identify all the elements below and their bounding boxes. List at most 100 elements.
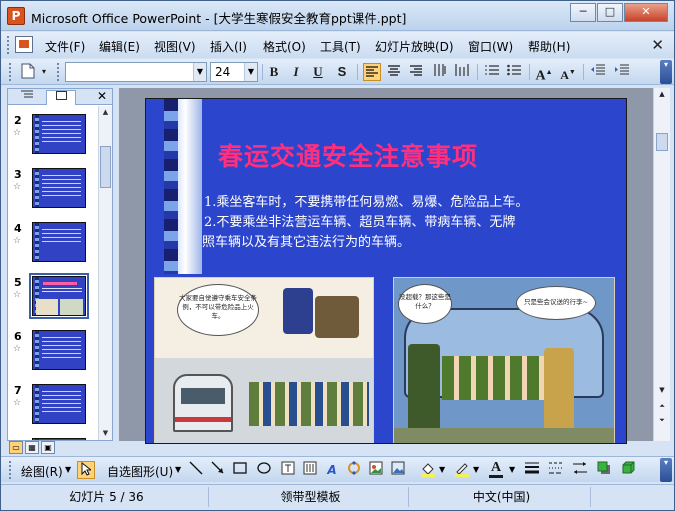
chevron-down-icon[interactable]: ▼	[509, 465, 515, 474]
select-pointer-icon[interactable]	[77, 461, 95, 479]
insert-picture-icon[interactable]	[389, 461, 407, 479]
align-center-button[interactable]	[385, 63, 403, 81]
chevron-down-icon[interactable]: ▼	[65, 465, 71, 474]
clipart-icon[interactable]	[367, 461, 385, 479]
toolbar-grip[interactable]	[9, 461, 11, 479]
vertical-textbox-icon[interactable]	[301, 461, 319, 479]
menu-tools[interactable]: 工具(T)	[320, 38, 361, 55]
slide-thumbnail[interactable]: 6 ☆	[8, 328, 98, 378]
menu-help[interactable]: 帮助(H)	[528, 38, 570, 55]
next-slide-icon[interactable]: ⏷	[655, 414, 669, 426]
slide-body-line[interactable]: 1.乘坐客车时，不要携带任何易燃、易爆、危险品上车。	[204, 191, 528, 210]
slide-title[interactable]: 春运交通安全注意事项	[218, 137, 478, 173]
menu-view[interactable]: 视图(V)	[154, 38, 196, 55]
train-station-illustration[interactable]: 大家要自觉遵守乘车安全条例，不可以带危险品上火车。	[154, 277, 374, 443]
line-tool-icon[interactable]	[187, 461, 205, 479]
align-right-button[interactable]	[407, 63, 425, 81]
line-style-icon[interactable]	[523, 461, 541, 479]
vertical-text-icon[interactable]	[431, 63, 449, 81]
slide-sorter-icon[interactable]: ▦	[25, 441, 39, 454]
chevron-down-icon[interactable]: ▼	[473, 465, 479, 474]
decrease-indent-icon[interactable]	[589, 63, 607, 81]
rectangle-tool-icon[interactable]	[231, 461, 249, 479]
slide-thumbnail[interactable]: 2 ☆	[8, 112, 98, 162]
slide-thumbnail[interactable]: 3 ☆	[8, 166, 98, 216]
bold-button[interactable]: B	[265, 63, 283, 81]
previous-slide-icon[interactable]: ⏶	[655, 400, 669, 412]
tab-outline[interactable]	[12, 90, 42, 105]
align-left-button[interactable]	[363, 63, 381, 81]
slide-body-line[interactable]: 2.不要乘坐非法营运车辆、超员车辆、带病车辆、无牌	[204, 211, 515, 230]
menu-file[interactable]: 文件(F)	[45, 38, 85, 55]
chevron-down-icon[interactable]: ▼	[193, 63, 206, 81]
window-title: Microsoft Office PowerPoint - [大学生寒假安全教育…	[31, 11, 407, 26]
slideshow-view-icon[interactable]: ▣	[41, 441, 55, 454]
menu-format[interactable]: 格式(O)	[263, 38, 306, 55]
line-color-icon[interactable]	[453, 461, 471, 479]
menu-grip[interactable]	[7, 36, 11, 54]
dash-style-icon[interactable]	[547, 461, 565, 479]
arrow-tool-icon[interactable]	[209, 461, 227, 479]
pane-scrollbar[interactable]: ▲ ▼	[98, 106, 112, 440]
diagram-icon[interactable]	[345, 461, 363, 479]
shadow-button[interactable]: S	[333, 63, 351, 81]
pane-close-icon[interactable]: ✕	[97, 89, 107, 103]
slide-thumbnail[interactable]: 7 ☆	[8, 382, 98, 432]
font-size-combo[interactable]: 24 ▼	[210, 62, 258, 82]
chevron-down-icon[interactable]: ▼	[244, 63, 257, 81]
current-slide[interactable]: 春运交通安全注意事项 1.乘坐客车时，不要携带任何易燃、易爆、危险品上车。 2.…	[145, 98, 627, 444]
wordart-icon[interactable]: A	[323, 461, 341, 479]
toolbar-grip-2[interactable]	[57, 63, 59, 81]
draw-menu[interactable]: 绘图(R)	[21, 463, 63, 480]
normal-view-icon[interactable]: ▭	[9, 441, 23, 454]
scroll-down-icon[interactable]: ▼	[655, 384, 669, 396]
toolbar-options-icon[interactable]: ▾	[660, 60, 672, 84]
slide-thumbnail-selected[interactable]: 5 ☆	[8, 273, 98, 324]
scroll-down-icon[interactable]: ▼	[99, 427, 112, 440]
maximize-button[interactable]: □	[597, 3, 623, 22]
numbered-list-icon[interactable]	[483, 63, 501, 81]
slide-thumbnail[interactable]: 8	[8, 436, 98, 440]
scroll-up-icon[interactable]: ▲	[655, 88, 669, 100]
document-icon[interactable]	[15, 36, 33, 53]
font-name-combo[interactable]: ▼	[65, 62, 207, 82]
textbox-icon[interactable]	[279, 461, 297, 479]
3d-style-icon[interactable]	[619, 461, 637, 479]
menu-window[interactable]: 窗口(W)	[468, 38, 513, 55]
oval-tool-icon[interactable]	[255, 461, 273, 479]
menu-slideshow[interactable]: 幻灯片放映(D)	[375, 38, 454, 55]
toolbar-grip[interactable]	[9, 63, 11, 81]
increase-font-icon[interactable]: A▲	[535, 63, 553, 84]
slide-thumbnail[interactable]: 4 ☆	[8, 220, 98, 270]
chevron-down-icon[interactable]: ▼	[175, 465, 181, 474]
slide-number: 3	[14, 168, 22, 181]
toolbar-options-icon[interactable]: ▾	[660, 458, 672, 482]
font-color-icon[interactable]: A	[487, 461, 505, 479]
shadow-style-icon[interactable]	[595, 461, 613, 479]
close-document-icon[interactable]: ✕	[651, 36, 664, 54]
fill-color-icon[interactable]	[419, 461, 437, 479]
overloaded-bus-illustration[interactable]: 没超载？那这些是什么？ 只是些会议送的行李~	[393, 277, 615, 443]
pane-scroll-thumb[interactable]	[100, 146, 111, 188]
italic-button[interactable]: I	[287, 63, 305, 81]
scroll-up-icon[interactable]: ▲	[99, 106, 112, 119]
powerpoint-app-icon[interactable]: P	[7, 7, 25, 25]
underline-button[interactable]: U	[309, 63, 327, 81]
close-button[interactable]: ✕	[624, 3, 668, 22]
tab-slides[interactable]	[46, 90, 76, 105]
menu-edit[interactable]: 编辑(E)	[99, 38, 140, 55]
chevron-down-icon[interactable]: ▼	[439, 465, 445, 474]
main-scroll-thumb[interactable]	[656, 133, 668, 151]
decrease-font-icon[interactable]: A▼	[559, 63, 577, 82]
bullet-list-icon[interactable]	[505, 63, 523, 81]
distribute-icon[interactable]	[453, 63, 471, 81]
slide-body-line[interactable]: 照车辆以及有其它违法行为的车辆。	[202, 231, 410, 250]
toolbar-dropdown-icon[interactable]: ▾	[39, 63, 49, 81]
main-scrollbar[interactable]: ▲ ▼ ⏶ ⏷	[653, 88, 670, 441]
autoshapes-menu[interactable]: 自选图形(U)	[107, 463, 173, 480]
menu-insert[interactable]: 插入(I)	[210, 38, 247, 55]
arrow-style-icon[interactable]	[571, 461, 589, 479]
minimize-button[interactable]: ─	[570, 3, 596, 22]
new-document-icon[interactable]	[19, 63, 37, 81]
increase-indent-icon[interactable]	[613, 63, 631, 81]
